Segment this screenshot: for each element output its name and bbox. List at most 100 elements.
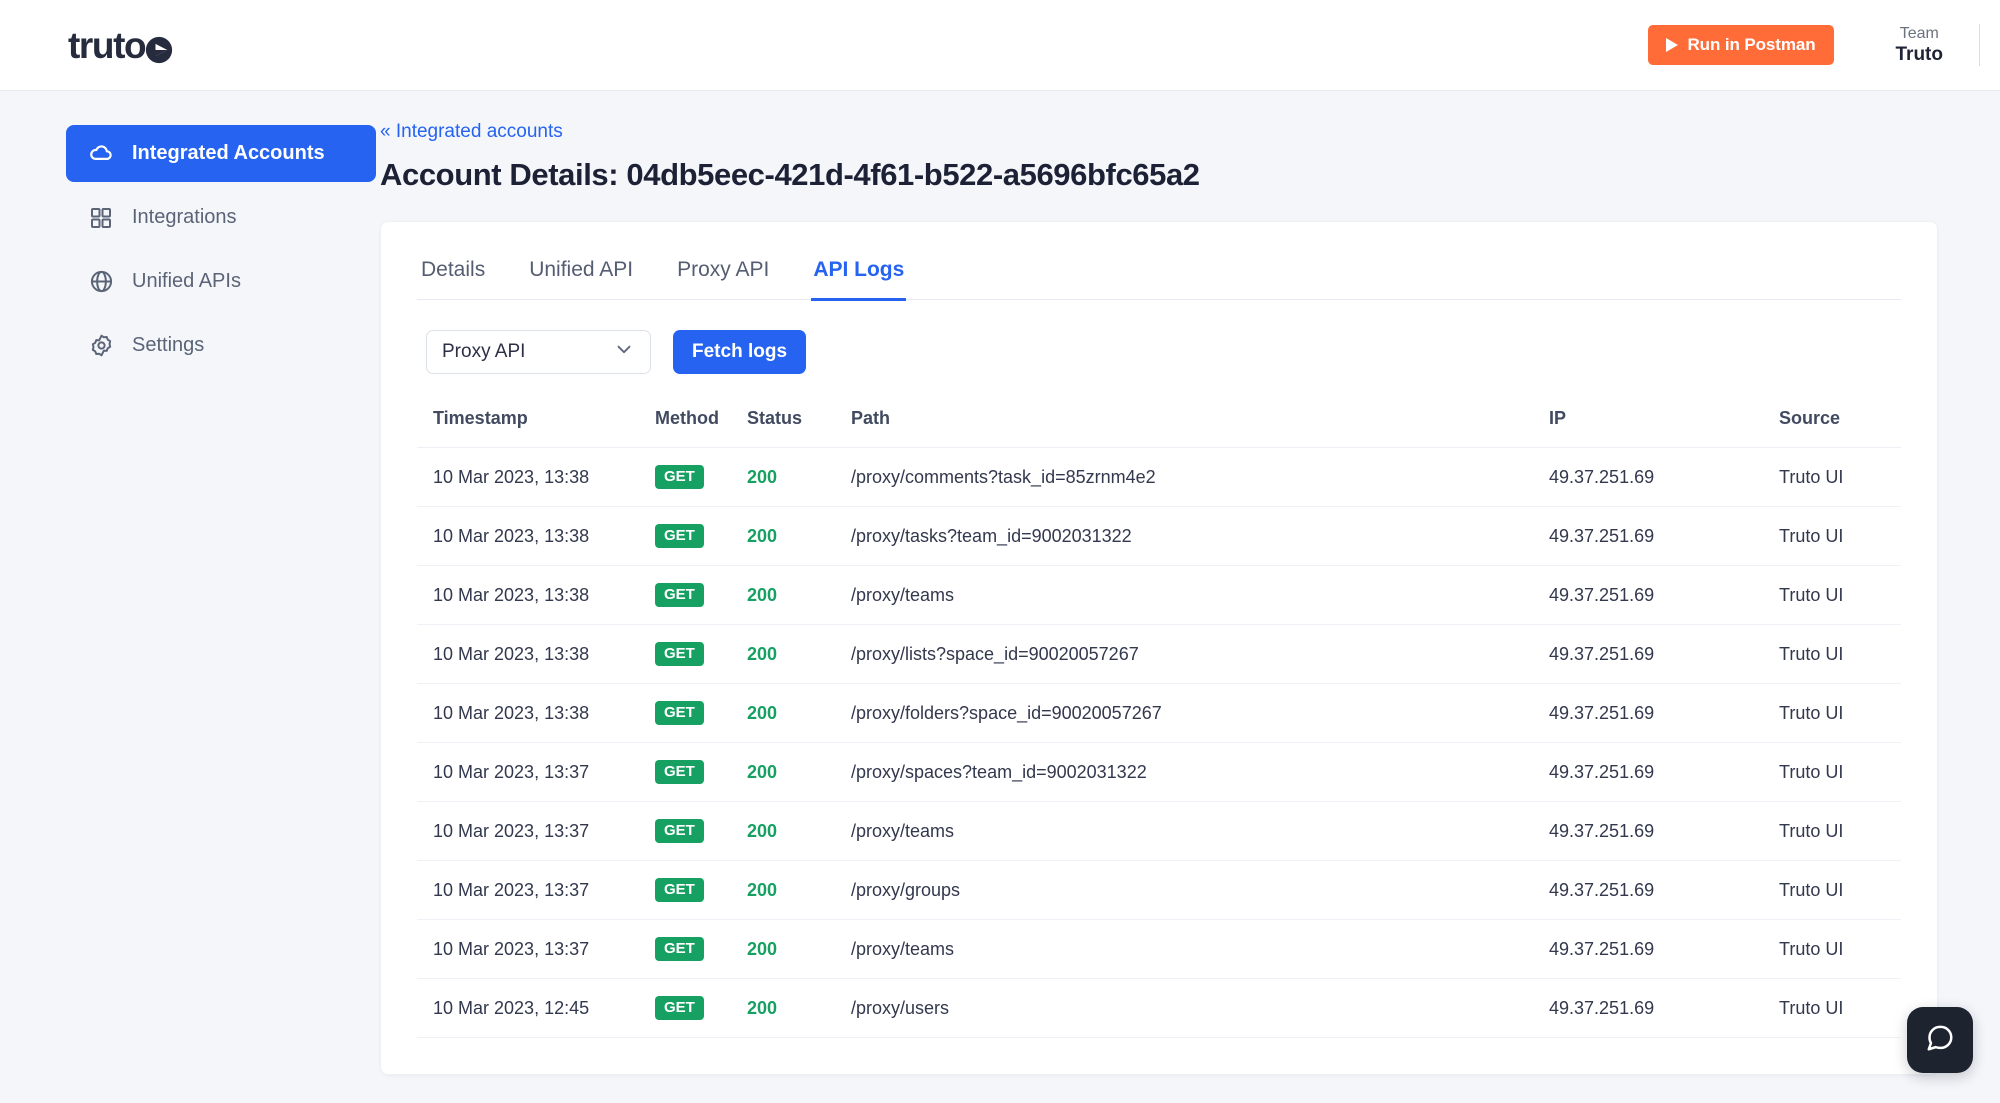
- globe-icon: [88, 269, 114, 295]
- cell-source: Truto UI: [1771, 684, 1901, 743]
- table-header-row: Timestamp Method Status Path IP Source: [417, 396, 1901, 448]
- cell-timestamp: 10 Mar 2023, 13:38: [417, 566, 647, 625]
- table-row[interactable]: 10 Mar 2023, 13:37GET200/proxy/teams49.3…: [417, 802, 1901, 861]
- table-row[interactable]: 10 Mar 2023, 13:38GET200/proxy/teams49.3…: [417, 566, 1901, 625]
- team-switcher[interactable]: Team Truto: [1896, 24, 1981, 67]
- cell-method: GET: [647, 448, 739, 507]
- table-row[interactable]: 10 Mar 2023, 13:38GET 200/proxy/comments?…: [417, 448, 1901, 507]
- table-row[interactable]: 10 Mar 2023, 13:38 GET 200/proxy/folders?s…: [417, 684, 1901, 743]
- cell-status: 200: [739, 566, 843, 625]
- cell-status: 200: [739, 861, 843, 920]
- sidebar-item-label: Integrated Accounts: [132, 142, 325, 165]
- cell-status: 200: [739, 448, 843, 507]
- table-row[interactable]: 10 Mar 2023, 13:37GET200/proxy/spaces?te…: [417, 743, 1901, 802]
- cell-path: /proxy/groups: [843, 861, 1541, 920]
- tab-proxy-api[interactable]: Proxy API: [675, 252, 771, 301]
- table-row[interactable]: 10 Mar 2023, 13:37GET200/proxy/groups49.…: [417, 861, 1901, 920]
- cell-ip: 49.37.251.69: [1541, 684, 1771, 743]
- sidebar-item-unified-apis[interactable]: Unified APIs: [66, 253, 376, 310]
- status-code: 200: [747, 703, 777, 723]
- cell-source: Truto UI: [1771, 743, 1901, 802]
- cell-method: GET: [647, 566, 739, 625]
- cell-ip: 49.37.251.69: [1541, 861, 1771, 920]
- sidebar-item-settings[interactable]: Settings: [66, 317, 376, 374]
- method-badge: GET: [655, 642, 704, 666]
- status-code: 200: [747, 526, 777, 546]
- cell-timestamp: 10 Mar 2023, 13:37: [417, 861, 647, 920]
- cell-source: Truto UI: [1771, 802, 1901, 861]
- cell-timestamp: 10 Mar 2023, 12:45: [417, 979, 647, 1038]
- status-code: 200: [747, 821, 777, 841]
- cell-path: /proxy/lists?space_id=90020057267: [843, 625, 1541, 684]
- cell-ip: 49.37.251.69: [1541, 625, 1771, 684]
- tab-unified-api[interactable]: Unified API: [527, 252, 635, 301]
- method-badge: GET: [655, 819, 704, 843]
- run-in-postman-label: Run in Postman: [1688, 35, 1816, 55]
- page-title: Account Details: 04db5eec-421d-4f61-b522…: [380, 157, 1938, 193]
- cell-timestamp: 10 Mar 2023, 13:38: [417, 625, 647, 684]
- cell-timestamp: 10 Mar 2023, 13:37: [417, 802, 647, 861]
- cell-source: Truto UI: [1771, 625, 1901, 684]
- sidebar-item-integrations[interactable]: Integrations: [66, 189, 376, 246]
- cell-timestamp: 10 Mar 2023, 13:37: [417, 743, 647, 802]
- cell-method: GET: [647, 684, 739, 743]
- truto-pie-mark-icon: [145, 36, 173, 64]
- log-type-select[interactable]: Proxy API: [426, 330, 651, 374]
- run-in-postman-button[interactable]: Run in Postman: [1648, 25, 1834, 65]
- chat-widget-button[interactable]: [1907, 1007, 1973, 1073]
- chevron-down-icon: [613, 338, 635, 366]
- cell-status: 200: [739, 743, 843, 802]
- logs-controls: Proxy API Fetch logs: [426, 330, 1901, 374]
- status-code: 200: [747, 467, 777, 487]
- cell-ip: 49.37.251.69: [1541, 979, 1771, 1038]
- method-badge: GET: [655, 583, 704, 607]
- status-code: 200: [747, 998, 777, 1018]
- column-header-status: Status: [739, 396, 843, 448]
- table-row[interactable]: 10 Mar 2023, 13:37GET200/proxy/teams49.3…: [417, 920, 1901, 979]
- play-icon: [1666, 38, 1678, 52]
- chat-bubble-icon: [1925, 1023, 1955, 1058]
- breadcrumb-back-link[interactable]: « Integrated accounts: [380, 121, 563, 143]
- cell-status: 200: [739, 625, 843, 684]
- fetch-logs-button[interactable]: Fetch logs: [673, 330, 806, 374]
- status-code: 200: [747, 644, 777, 664]
- cell-ip: 49.37.251.69: [1541, 507, 1771, 566]
- table-row[interactable]: 10 Mar 2023, 13:38 GET 200/proxy/lists?spa…: [417, 625, 1901, 684]
- table-row[interactable]: 10 Mar 2023, 13:38GET200/proxy/tasks?tea…: [417, 507, 1901, 566]
- cell-ip: 49.37.251.69: [1541, 566, 1771, 625]
- cell-method: GET: [647, 743, 739, 802]
- team-label: Team: [1896, 24, 1944, 44]
- main-content: « Integrated accounts Account Details: 0…: [380, 91, 2000, 1103]
- column-header-timestamp: Timestamp: [417, 396, 647, 448]
- column-header-method: Method: [647, 396, 739, 448]
- cell-method: GET: [647, 920, 739, 979]
- cell-timestamp: 10 Mar 2023, 13:38: [417, 448, 647, 507]
- table-row[interactable]: 10 Mar 2023, 12:45GET 200/proxy/users49.3…: [417, 979, 1901, 1038]
- top-bar: truto Run in Postman Team Truto: [0, 0, 2000, 91]
- brand-logo[interactable]: truto: [68, 27, 173, 64]
- cloud-icon: [88, 141, 114, 167]
- api-logs-table-body: 10 Mar 2023, 13:38GET200/proxy/comments?…: [417, 448, 1901, 1038]
- cell-method: GET: [647, 861, 739, 920]
- method-badge: GET: [655, 701, 704, 725]
- sidebar-item-integrated-accounts[interactable]: Integrated Accounts: [66, 125, 376, 182]
- api-logs-table: Timestamp Method Status Path IP Source 1…: [417, 396, 1901, 1038]
- status-code: 200: [747, 762, 777, 782]
- cell-path: /proxy/teams: [843, 802, 1541, 861]
- cell-path: /proxy/teams: [843, 920, 1541, 979]
- team-name: Truto: [1896, 43, 1944, 66]
- method-badge: GET: [655, 937, 704, 961]
- cell-timestamp: 10 Mar 2023, 13:38: [417, 684, 647, 743]
- status-code: 200: [747, 585, 777, 605]
- cell-timestamp: 10 Mar 2023, 13:37: [417, 920, 647, 979]
- cell-method: GET: [647, 979, 739, 1038]
- status-code: 200: [747, 939, 777, 959]
- cell-path: /proxy/folders?space_id=90020057267: [843, 684, 1541, 743]
- cell-path: /proxy/comments?task_id=85zrnm4e2: [843, 448, 1541, 507]
- cell-path: /proxy/users: [843, 979, 1541, 1038]
- tab-api-logs[interactable]: API Logs: [811, 252, 906, 301]
- tab-details[interactable]: Details: [419, 252, 487, 301]
- cell-status: 200: [739, 920, 843, 979]
- cell-timestamp: 10 Mar 2023, 13:38: [417, 507, 647, 566]
- tab-bar: Details Unified API Proxy API API Logs: [417, 252, 1901, 300]
